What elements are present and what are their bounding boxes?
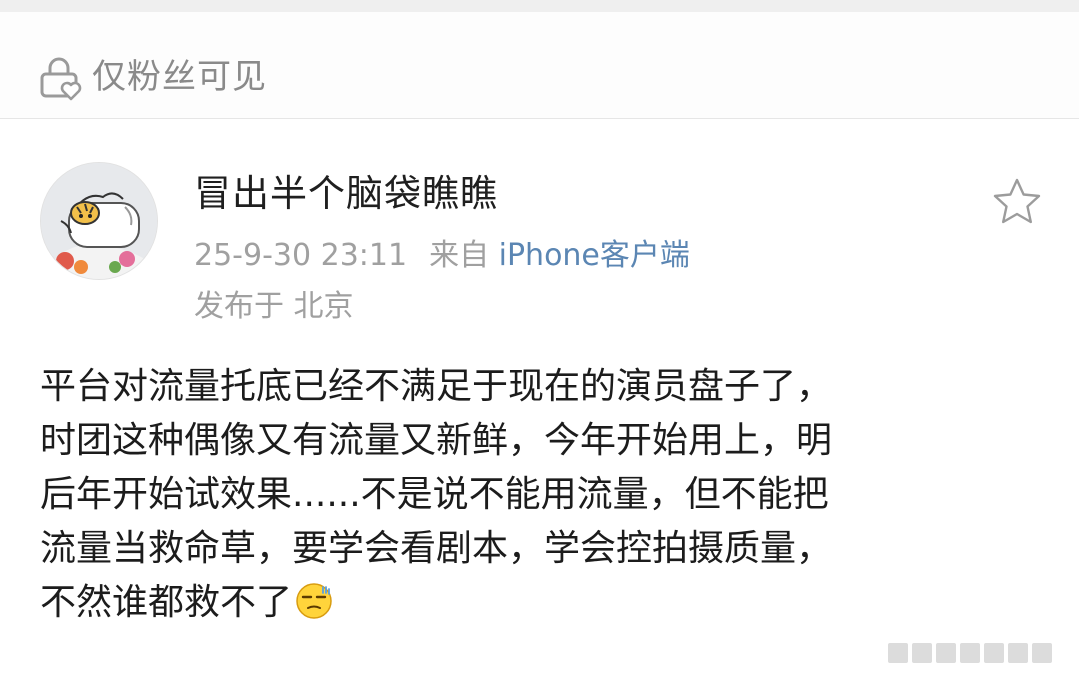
- post-location: 发布于 北京: [194, 287, 354, 327]
- watermark-logo: [888, 643, 1052, 663]
- post-body: 平台对流量托底已经不满足于现在的演员盘子了， 时团这种偶像又有流量又新鲜，今年开…: [40, 360, 1040, 630]
- post-line-2: 时团这种偶像又有流量又新鲜，今年开始用上，明: [40, 420, 833, 461]
- top-strip: [0, 0, 1079, 12]
- author-name[interactable]: 冒出半个脑袋瞧瞧: [194, 170, 498, 218]
- post-timestamp: 25-9-30 23:11: [194, 238, 408, 273]
- cold-sweat-emoji: [296, 583, 332, 619]
- star-outline-icon[interactable]: [990, 175, 1044, 229]
- source-prefix: 来自: [429, 238, 490, 273]
- cartoon-tiger-avatar: [41, 163, 157, 279]
- visibility-bar: 仅粉丝可见: [0, 12, 1079, 119]
- visibility-label: 仅粉丝可见: [92, 57, 267, 97]
- source-link[interactable]: iPhone客户端: [499, 238, 690, 273]
- lock-heart-icon: [40, 57, 82, 101]
- post-line-3: 后年开始试效果......不是说不能用流量，但不能把: [40, 474, 829, 515]
- post-line-5-text: 不然谁都救不了: [40, 582, 293, 623]
- location-value: 北京: [293, 289, 354, 324]
- post-line-1: 平台对流量托底已经不满足于现在的演员盘子了，: [40, 366, 833, 407]
- location-prefix: 发布于: [194, 289, 284, 324]
- post-line-5: 不然谁都救不了: [40, 576, 1040, 630]
- avatar[interactable]: [40, 162, 158, 280]
- post-meta: 25-9-30 23:11 来自 iPhone客户端: [194, 236, 690, 276]
- post-line-4: 流量当救命草，要学会看剧本，学会控拍摄质量，: [40, 528, 833, 569]
